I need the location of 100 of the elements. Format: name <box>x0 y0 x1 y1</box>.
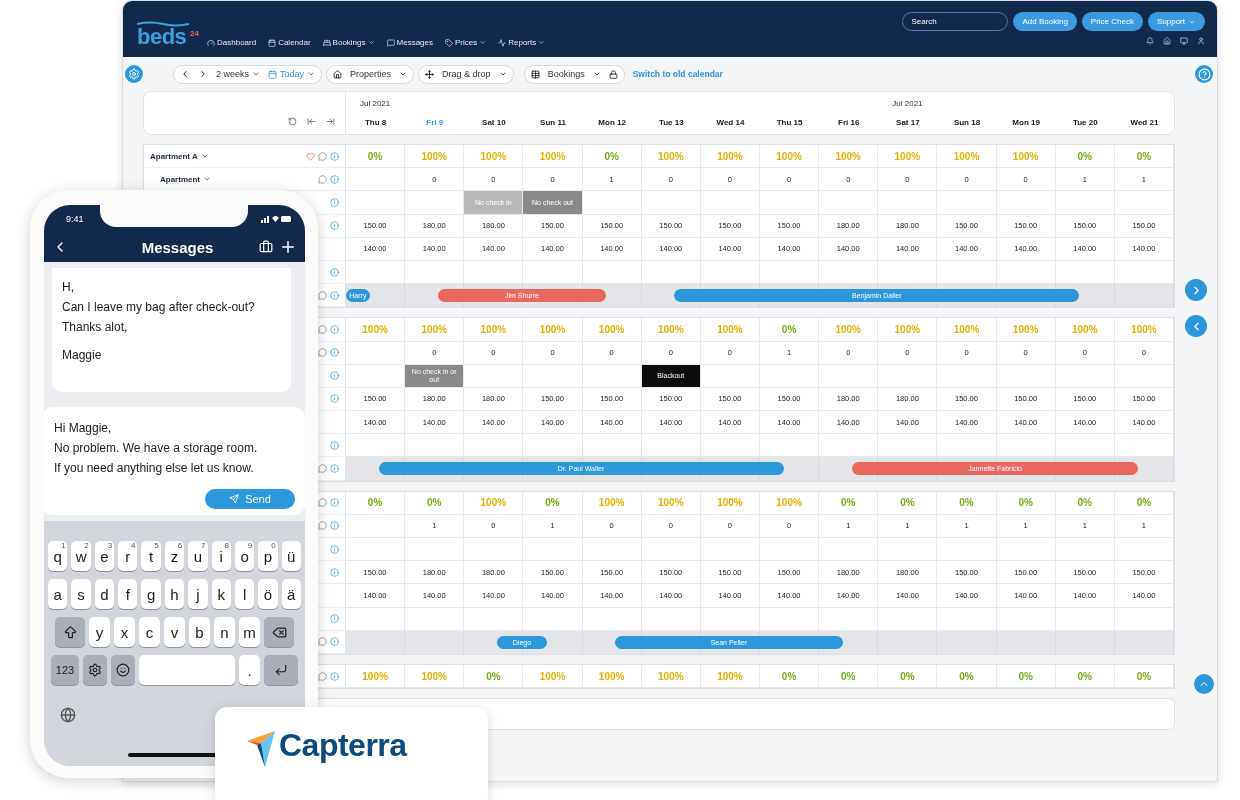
keyboard-key[interactable]: i 8 <box>211 541 231 571</box>
drag-drop-dropdown[interactable]: Drag & drop <box>418 64 514 84</box>
info-icon <box>330 544 339 554</box>
info-icon <box>330 671 339 681</box>
view-dropdown[interactable]: Bookings <box>523 64 625 84</box>
collapse-icon[interactable] <box>307 117 316 126</box>
message-text: Thanks alot, <box>62 320 129 334</box>
monitor-icon[interactable] <box>1180 37 1188 45</box>
keyboard-key[interactable]: z 6 <box>164 541 185 571</box>
occupancy-value: 0% <box>367 150 383 162</box>
add-icon[interactable] <box>279 238 297 256</box>
occupancy-value: 0% <box>1077 497 1092 509</box>
user-icon[interactable] <box>1197 37 1205 45</box>
keyboard-key[interactable]: j <box>188 579 208 609</box>
logo-superscript: 24 <box>190 29 199 38</box>
info-icon <box>330 637 339 647</box>
settings-button[interactable] <box>125 65 143 83</box>
occupancy-value: 0% <box>781 323 797 335</box>
keyboard-key[interactable]: m <box>239 617 260 647</box>
keyboard-key[interactable]: e 3 <box>94 541 115 571</box>
keyboard-key[interactable]: f <box>118 579 138 609</box>
home-icon[interactable] <box>1163 37 1171 45</box>
caret-icon <box>307 70 316 78</box>
table-cell <box>819 607 879 631</box>
keyboard-key[interactable]: c <box>139 617 160 647</box>
next-icon[interactable] <box>198 69 208 79</box>
keyboard-key[interactable]: v <box>164 617 185 647</box>
keyboard-key[interactable]: x <box>114 617 135 647</box>
shift-key[interactable] <box>55 617 85 647</box>
reset-icon[interactable] <box>288 117 297 126</box>
return-key[interactable] <box>264 655 298 685</box>
emoji-key[interactable] <box>111 655 135 685</box>
keyboard-key[interactable]: s <box>71 579 91 609</box>
caret-icon <box>592 70 601 78</box>
unit-name[interactable]: Apartment <box>160 174 200 184</box>
nav-link[interactable]: Calendar <box>268 38 311 47</box>
logo-text: beds <box>137 27 187 47</box>
occupancy-value: 100% <box>776 150 802 162</box>
previous-icon[interactable] <box>180 69 190 79</box>
bell-icon[interactable] <box>1146 37 1154 45</box>
chat-icon <box>318 671 327 681</box>
help-button[interactable] <box>1195 65 1213 83</box>
nav-link[interactable]: Dashboard <box>207 38 257 47</box>
keyboard-key[interactable]: u 7 <box>188 541 208 571</box>
scroll-top-button[interactable] <box>1194 674 1214 695</box>
keyboard-key[interactable]: p 0 <box>258 541 278 571</box>
occupancy-value: 0% <box>781 670 797 682</box>
keyboard-key[interactable]: r 4 <box>118 541 138 571</box>
keyboard-key[interactable]: k <box>211 579 231 609</box>
keyboard-key[interactable]: q 1 <box>48 541 68 571</box>
next-button[interactable] <box>1185 279 1207 301</box>
backspace-key[interactable] <box>264 617 294 647</box>
table-cell <box>1055 607 1115 631</box>
keyboard-key[interactable]: h <box>164 579 185 609</box>
keyboard-key[interactable]: d <box>94 579 115 609</box>
keyboard-key[interactable]: y <box>89 617 110 647</box>
nav-link[interactable]: Messages <box>386 38 433 47</box>
key-hint: 3 <box>107 541 113 550</box>
occupancy-value: 100% <box>835 150 861 162</box>
expand-icon[interactable] <box>326 117 335 126</box>
briefcase-icon[interactable] <box>259 240 273 254</box>
table-cell <box>700 538 760 562</box>
occupancy-value: 100% <box>894 323 921 335</box>
range-dropdown[interactable]: 2 weeks <box>216 69 261 79</box>
info-icon <box>330 394 339 404</box>
keyboard-key[interactable]: t 5 <box>141 541 161 571</box>
keyboard-key[interactable]: ä <box>281 579 301 609</box>
keyboard-key[interactable]: o 9 <box>234 541 255 571</box>
property-name[interactable]: Apartment A <box>150 151 198 161</box>
day-header: Thu 8 <box>363 117 388 129</box>
calendar-icon <box>268 69 278 79</box>
keyboard-key[interactable]: b <box>189 617 210 647</box>
keyboard-key[interactable]: ö <box>258 579 278 609</box>
numbers-key[interactable]: 123 <box>51 655 79 685</box>
settings-key[interactable] <box>83 655 107 685</box>
previous-button[interactable] <box>1185 315 1207 337</box>
table-icon <box>530 69 540 79</box>
nav-icon <box>207 38 215 47</box>
nav-link[interactable]: Prices <box>445 38 487 47</box>
table-cell <box>760 607 820 631</box>
nav-link[interactable]: Bookings <box>322 38 375 47</box>
logo-text: Capterra <box>279 727 407 764</box>
occupancy-value: 0% <box>604 150 619 162</box>
keyboard-key[interactable]: g <box>141 579 161 609</box>
table-cell <box>582 607 642 631</box>
globe-icon[interactable] <box>60 707 76 723</box>
table-cell <box>641 607 701 631</box>
gear-icon <box>88 663 102 677</box>
keyboard-key[interactable]: a <box>48 579 68 609</box>
nav-link[interactable]: Reports <box>498 38 546 47</box>
keyboard-key[interactable]: w 2 <box>71 541 91 571</box>
occupancy-value: 100% <box>658 323 684 335</box>
keyboard-key[interactable]: l <box>234 579 255 609</box>
keyboard-key[interactable]: n <box>214 617 235 647</box>
table-cell <box>405 538 465 562</box>
keyboard-key[interactable]: . <box>239 655 260 685</box>
help-icon <box>1197 67 1211 81</box>
keyboard-key[interactable]: ü <box>281 541 301 571</box>
properties-dropdown[interactable]: Properties <box>326 64 415 84</box>
search-field[interactable]: Search <box>902 12 1009 31</box>
